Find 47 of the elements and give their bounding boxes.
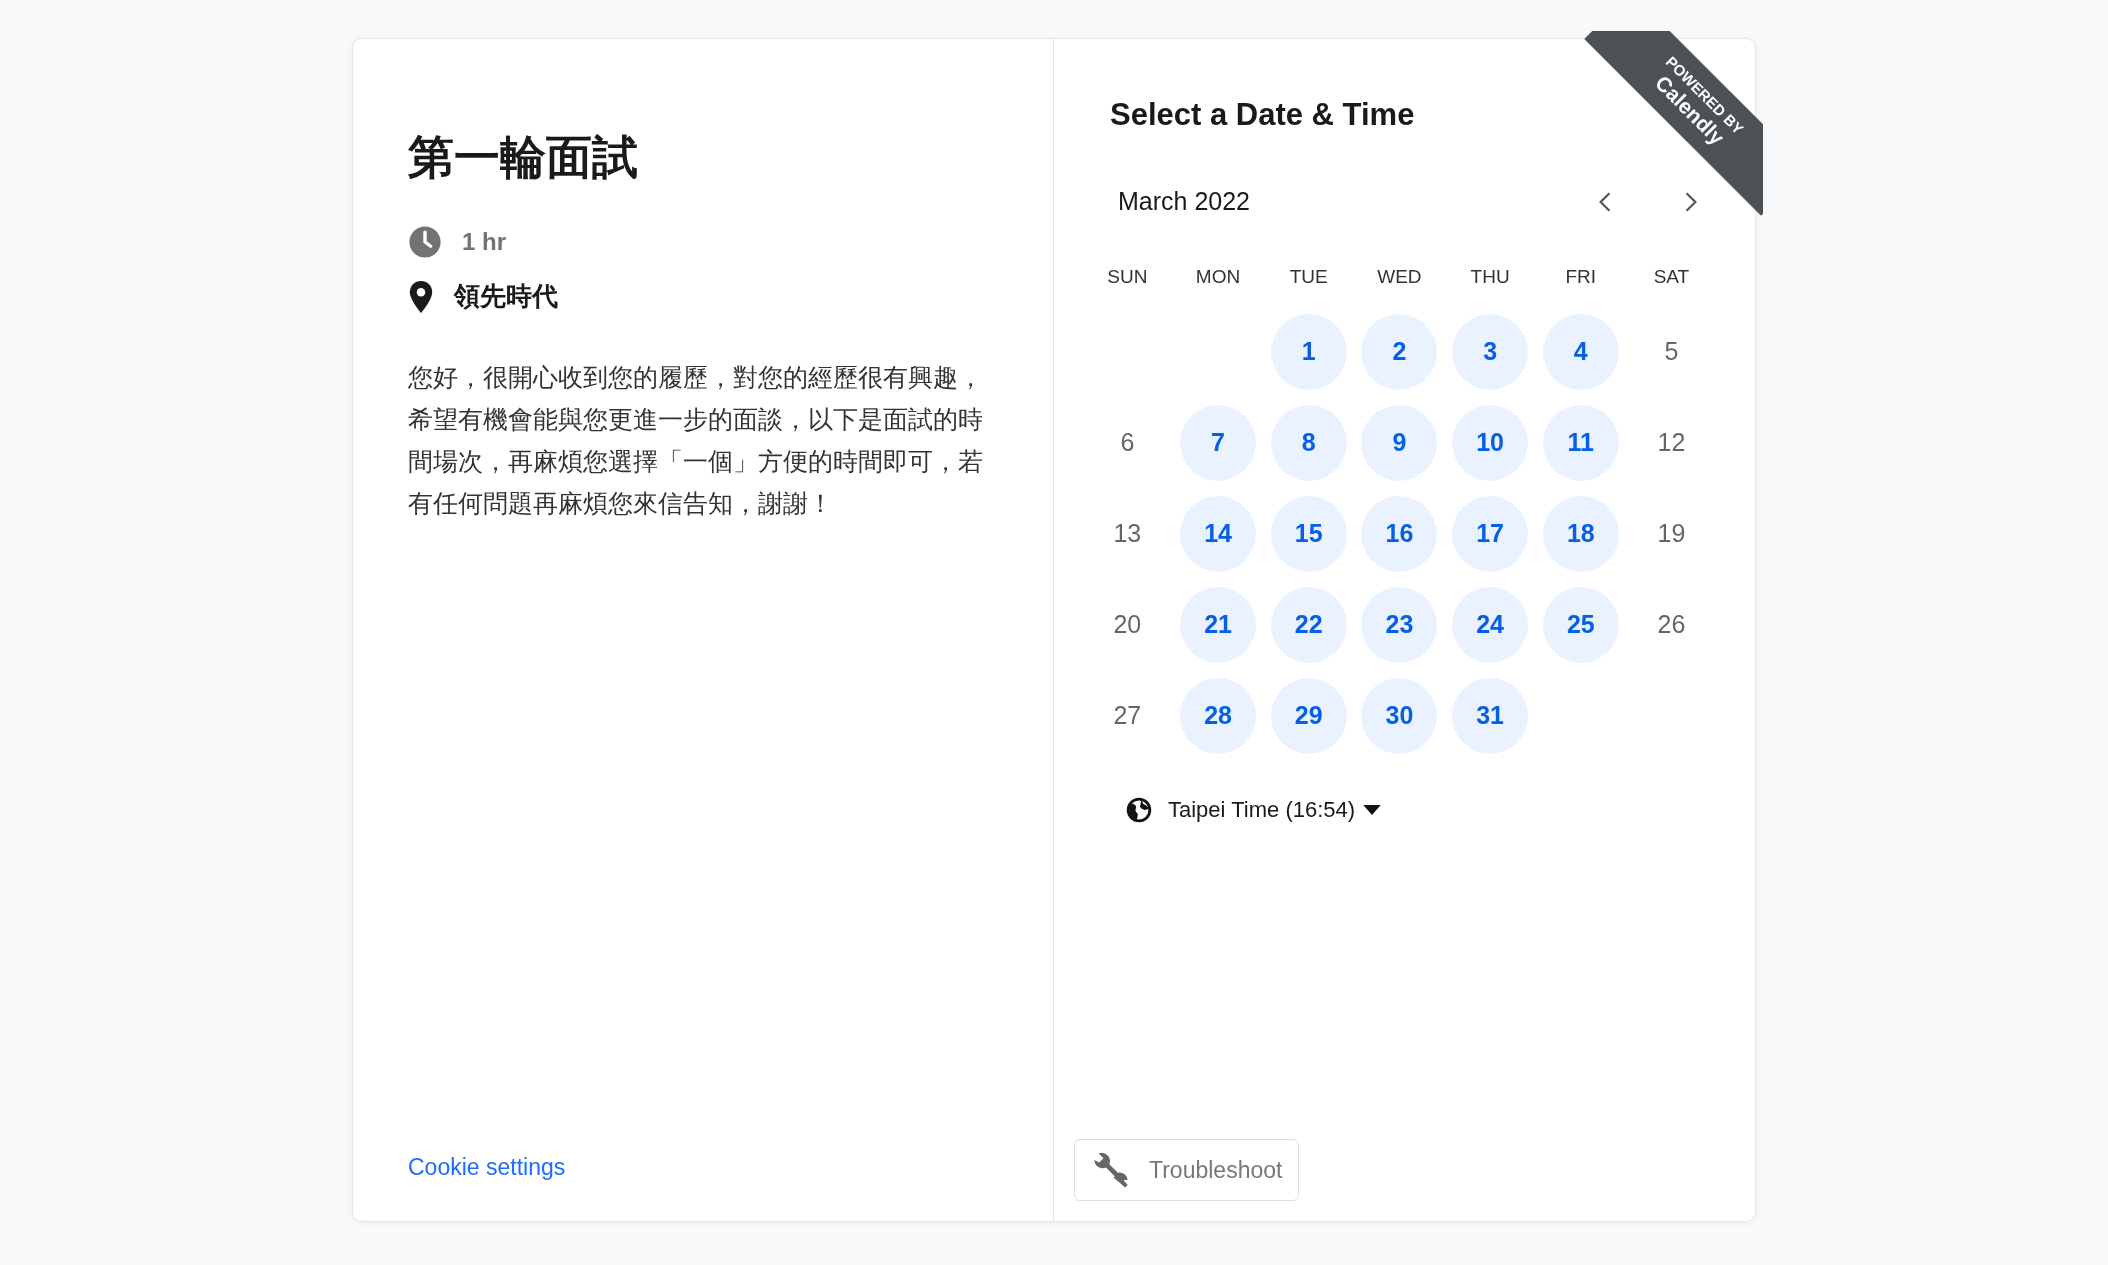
weekday-label: FRI	[1565, 266, 1597, 288]
available-date[interactable]: 11	[1542, 404, 1619, 481]
available-date[interactable]: 7	[1180, 404, 1257, 481]
section-heading: Select a Date & Time	[1110, 97, 1415, 133]
event-description: 您好，很開心收到您的履歷，對您的經歷很有興趣，希望有機會能與您更進一步的面談，以下是面試的時間場次，再麻煩您選擇「一個」方便的時間即可，若有任何問題再麻煩您來信告知，謝謝！	[408, 362, 984, 519]
timezone-dropdown[interactable]: Taipei Time (16:54)	[1168, 797, 1382, 823]
available-date[interactable]: 28	[1180, 677, 1257, 754]
available-date[interactable]: 3	[1452, 313, 1529, 390]
weekday-label: THU	[1470, 266, 1510, 288]
troubleshoot-button[interactable]: Troubleshoot	[1074, 1139, 1300, 1201]
available-date[interactable]: 14	[1180, 495, 1257, 572]
unavailable-date: 6	[1119, 427, 1136, 458]
unavailable-date: 12	[1656, 427, 1687, 458]
available-date[interactable]: 10	[1452, 404, 1529, 481]
duration: 1 hr	[462, 228, 506, 256]
cookie-settings-link[interactable]: Cookie settings	[408, 1154, 566, 1181]
weekday-label: TUE	[1289, 266, 1328, 288]
available-date[interactable]: 23	[1361, 586, 1438, 663]
unavailable-date: 20	[1112, 609, 1143, 640]
unavailable-date: 27	[1112, 700, 1143, 731]
month-label: March 2022	[1118, 187, 1251, 216]
unavailable-date: 13	[1112, 518, 1143, 549]
available-date[interactable]: 22	[1270, 586, 1347, 663]
location: 領先時代	[454, 280, 558, 313]
available-date[interactable]: 18	[1542, 495, 1619, 572]
available-date[interactable]: 31	[1452, 677, 1529, 754]
available-date[interactable]: 21	[1180, 586, 1257, 663]
weekday-label: MON	[1195, 266, 1241, 288]
available-date[interactable]: 8	[1270, 404, 1347, 481]
unavailable-date: 19	[1656, 518, 1687, 549]
available-date[interactable]: 29	[1270, 677, 1347, 754]
available-date[interactable]: 17	[1452, 495, 1529, 572]
available-date[interactable]: 24	[1452, 586, 1529, 663]
available-date[interactable]: 16	[1361, 495, 1438, 572]
weekday-label: SAT	[1653, 266, 1690, 288]
available-date[interactable]: 9	[1361, 404, 1438, 481]
available-date[interactable]: 25	[1542, 586, 1619, 663]
available-date[interactable]: 1	[1270, 313, 1347, 390]
weekday-label: WED	[1377, 266, 1422, 288]
available-date[interactable]: 15	[1270, 495, 1347, 572]
weekday-label: SUN	[1107, 266, 1148, 288]
available-date[interactable]: 4	[1542, 313, 1619, 390]
unavailable-date: 5	[1663, 336, 1680, 367]
event-title: 第一輪面試	[408, 130, 638, 185]
unavailable-date: 26	[1656, 609, 1687, 640]
available-date[interactable]: 30	[1361, 677, 1438, 754]
available-date[interactable]: 2	[1361, 313, 1438, 390]
